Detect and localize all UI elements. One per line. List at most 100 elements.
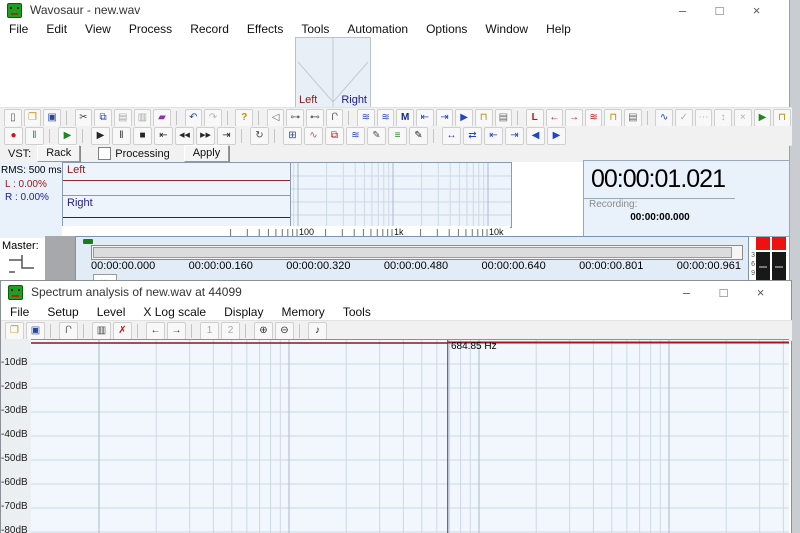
loudness-profile-button[interactable]: ∿ [304, 127, 323, 145]
paste-mix-button[interactable]: ▥ [134, 109, 152, 127]
menu-item-effects[interactable]: Effects [238, 22, 292, 36]
go-to-start-button[interactable]: ⇤ [154, 127, 173, 145]
paste-button[interactable]: ▤ [114, 109, 132, 127]
new-file-button[interactable]: ▯ [4, 109, 22, 127]
save-spectrum-button[interactable]: ▣ [26, 322, 45, 340]
menu-item-process[interactable]: Process [120, 22, 181, 36]
kick-generator-button[interactable]: ≡ [388, 127, 407, 145]
peak-marker-button[interactable]: ✗ [113, 322, 132, 340]
menu-item-help[interactable]: Help [537, 22, 580, 36]
maximize-icon[interactable]: □ [705, 285, 742, 300]
selection-shift-right-button[interactable]: ⇥ [505, 127, 524, 145]
menu-item-file[interactable]: File [0, 22, 37, 36]
zoom-all-wave-button[interactable]: ≋ [377, 109, 395, 127]
frame-next-button[interactable]: → [167, 322, 186, 340]
selection-contract-button[interactable]: ⇄ [463, 127, 482, 145]
spectrum-plot[interactable]: 684.85 Hz [31, 339, 789, 533]
undo-button[interactable]: ↶ [185, 109, 203, 127]
lock-regions-button[interactable]: ⊓ [604, 109, 622, 127]
menu-item-record[interactable]: Record [181, 22, 238, 36]
help-button[interactable]: ? [235, 109, 253, 127]
close-icon[interactable]: × [742, 285, 779, 300]
playhead-marker-icon[interactable] [83, 239, 93, 244]
copy-button[interactable]: ⧉ [94, 109, 112, 127]
envelope-points-button[interactable]: ⋯ [695, 109, 713, 127]
clip-indicator-left[interactable] [756, 237, 770, 250]
menu-item-setup[interactable]: Setup [38, 305, 87, 319]
draw-wave-button[interactable]: ✎ [367, 127, 386, 145]
frame-previous-button[interactable]: ← [146, 322, 165, 340]
loop-playback-button[interactable]: ↻ [250, 127, 269, 145]
minimize-icon[interactable]: – [664, 3, 701, 18]
pause-button[interactable]: ‖ [112, 127, 131, 145]
menu-item-window[interactable]: Window [476, 22, 537, 36]
envelope-apply-button[interactable]: ✓ [675, 109, 693, 127]
zoom-out-button[interactable]: ⊖ [275, 322, 294, 340]
fast-forward-button[interactable]: ▶▶ [196, 127, 215, 145]
menu-item-level[interactable]: Level [88, 305, 135, 319]
memory-slot-2-button[interactable]: 2 [221, 322, 240, 340]
region-left-button[interactable]: ← [546, 109, 564, 127]
audio-routing-button[interactable]: ⊶ [286, 109, 304, 127]
minimize-icon[interactable]: – [668, 285, 705, 300]
redo-button[interactable]: ↷ [204, 109, 222, 127]
note-tuning-button[interactable]: ♪ [308, 322, 327, 340]
open-spectrum-button[interactable]: ❐ [5, 322, 24, 340]
menu-item-view[interactable]: View [76, 22, 120, 36]
menu-item-options[interactable]: Options [417, 22, 476, 36]
audio-patch-button[interactable]: ⊷ [306, 109, 324, 127]
stop-button[interactable]: ■ [133, 127, 152, 145]
region-start-button[interactable]: L [526, 109, 544, 127]
copy-regions-button[interactable]: ⧉ [325, 127, 344, 145]
clip-indicator-right[interactable] [772, 237, 786, 250]
envelope-button[interactable]: ∿ [655, 109, 673, 127]
rewind-button[interactable]: ◀◀ [175, 127, 194, 145]
menu-item-file[interactable]: File [1, 305, 38, 319]
play-next-button[interactable]: ▶ [547, 127, 566, 145]
pan-balance-widget[interactable]: Left Right [295, 37, 371, 109]
play-previous-button[interactable]: ◀ [526, 127, 545, 145]
cut-button[interactable]: ✂ [75, 109, 93, 127]
menu-item-tools[interactable]: Tools [292, 22, 338, 36]
menu-item-edit[interactable]: Edit [37, 22, 76, 36]
processing-checkbox[interactable] [98, 147, 111, 160]
channel-view-button[interactable]: ▥ [92, 322, 111, 340]
zoom-in-button[interactable]: ⊕ [254, 322, 273, 340]
save-button[interactable]: ▣ [43, 109, 61, 127]
wave-monitor-panel[interactable]: Left Right [62, 162, 292, 228]
envelope-delete-button[interactable]: × [734, 109, 752, 127]
vst-rack-button[interactable]: Rack [37, 145, 80, 162]
trim-button[interactable]: ▰ [153, 109, 171, 127]
record-pause-button[interactable]: ‖ [25, 127, 44, 145]
master-fader-icon[interactable] [4, 252, 38, 278]
maximize-icon[interactable]: □ [701, 3, 738, 18]
menu-item-automation[interactable]: Automation [338, 22, 417, 36]
play-selection-button[interactable]: ▶ [455, 109, 473, 127]
apply-button[interactable]: Apply [184, 145, 230, 162]
loop-end-button[interactable]: ⇥ [436, 109, 454, 127]
selection-expand-button[interactable]: ↔ [442, 127, 461, 145]
lock-markers-button[interactable]: ⊓ [475, 109, 493, 127]
timeline-scrollbar[interactable] [91, 245, 743, 260]
play-button[interactable]: ▶ [91, 127, 110, 145]
selection-shift-left-button[interactable]: ⇤ [484, 127, 503, 145]
settings-wrench-button[interactable]: Ր [59, 322, 78, 340]
open-folder-button[interactable]: ❐ [24, 109, 42, 127]
lock-envelope-button[interactable]: ⊓ [773, 109, 791, 127]
record-button[interactable]: ● [4, 127, 23, 145]
pencil-tool-button[interactable]: ✎ [409, 127, 428, 145]
marker-button[interactable]: M [396, 109, 414, 127]
zoom-selection-wave-button[interactable]: ≋ [357, 109, 375, 127]
envelope-scale-button[interactable]: ↕ [714, 109, 732, 127]
go-to-end-button[interactable]: ⇥ [217, 127, 236, 145]
close-icon[interactable]: × [738, 3, 775, 18]
spectrum-titlebar[interactable]: Spectrum analysis of new.wav at 44099 – … [1, 281, 789, 303]
memory-slot-1-button[interactable]: 1 [200, 322, 219, 340]
envelope-play-button[interactable]: ▶ [754, 109, 772, 127]
wrench-button[interactable]: Ր [326, 109, 344, 127]
loop-start-button[interactable]: ⇤ [416, 109, 434, 127]
region-right-button[interactable]: → [565, 109, 583, 127]
timeline-scrollbar-thumb[interactable] [93, 247, 732, 258]
delete-markers-button[interactable]: ▤ [495, 109, 513, 127]
audio-output-button[interactable]: ◁ [267, 109, 285, 127]
